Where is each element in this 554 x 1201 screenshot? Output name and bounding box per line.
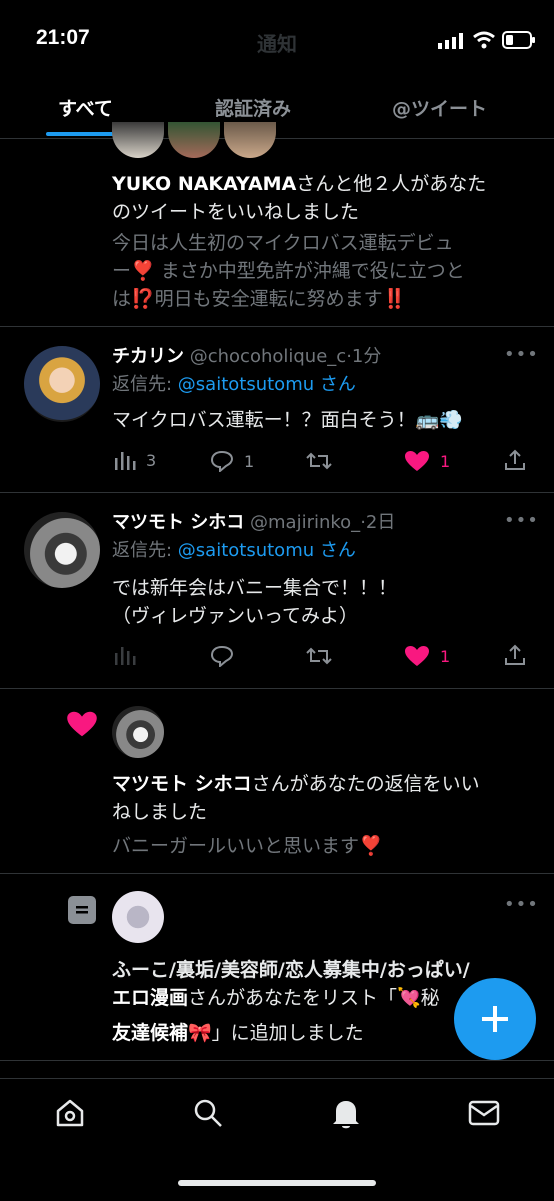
retweet-icon [306, 452, 332, 470]
mail-icon[interactable] [468, 1099, 500, 1131]
analytics-icon [115, 452, 136, 470]
tweet-time: ·1分 [346, 346, 382, 367]
more-options-icon[interactable]: ••• [504, 510, 539, 531]
retweet-button[interactable] [306, 645, 332, 667]
avatar[interactable] [24, 512, 100, 588]
notification-user-name[interactable]: ふーこ/裏垢/美容師/恋人募集中/おっぱい/ [112, 956, 470, 984]
avatar[interactable] [168, 122, 220, 158]
tweet-text: マイクロバス運転ー！？面白そう！🚌💨 [112, 409, 463, 431]
reply-icon [210, 450, 234, 472]
notification-text: さんと他２人があなた [296, 173, 487, 195]
like-count: 1 [440, 646, 451, 666]
list-name[interactable]: 友達候補🎀 [112, 1022, 212, 1044]
retweet-icon [306, 647, 332, 665]
heart-icon [405, 451, 429, 471]
notification-text: さんがあなたの返信をいい [251, 773, 480, 795]
page-title: 通知 [257, 32, 297, 56]
share-button[interactable] [504, 644, 526, 666]
bell-icon[interactable] [330, 1097, 362, 1135]
tweet-author-name[interactable]: マツモト シホコ [112, 512, 244, 533]
notification-text: 」に追加しました [211, 1022, 364, 1044]
tweet-text: では新年会はバニー集合で！！！ [112, 577, 398, 599]
tab-bar: すべて 認証済み @ツイート [0, 78, 554, 139]
divider [0, 492, 554, 493]
views-count: 3 [146, 450, 157, 470]
reply-to-suffix: さん [314, 540, 356, 561]
like-button[interactable]: 1 [404, 645, 450, 667]
reply-button[interactable]: 1 [210, 450, 254, 472]
share-icon [505, 449, 525, 470]
tab-all[interactable]: すべて [58, 94, 113, 121]
divider [0, 688, 554, 689]
reply-to-suffix: さん [314, 374, 356, 395]
quoted-tweet-text: ー❣️ まさか中型免許が沖縄で役に立つと [112, 260, 465, 282]
tweet-time: ·2日 [360, 512, 396, 533]
reply-icon [210, 645, 234, 667]
tweet-author-handle[interactable]: @chocoholique_c [190, 346, 346, 367]
notification-user-name-cont[interactable]: エロ漫画 [112, 987, 188, 1009]
reply-to-label: 返信先: [112, 374, 178, 395]
tweet-author-name[interactable]: チカリン [112, 346, 184, 367]
analytics-icon [115, 647, 136, 665]
tab-verified[interactable]: 認証済み [215, 94, 291, 121]
avatar[interactable] [24, 346, 100, 422]
avatar[interactable] [112, 706, 164, 758]
home-indicator [178, 1180, 376, 1186]
avatar[interactable] [112, 122, 164, 158]
more-options-icon[interactable]: ••• [504, 344, 539, 365]
home-icon[interactable] [54, 1097, 86, 1133]
divider [0, 873, 554, 874]
notification-text: のツイートをいいねしました [112, 201, 360, 223]
avatar[interactable] [224, 122, 276, 158]
list-icon [68, 896, 96, 924]
notification-user-name[interactable]: YUKO NAKAYAMA [112, 173, 296, 195]
search-icon[interactable] [192, 1097, 224, 1133]
quoted-tweet-text: バニーガールいいと思います❣️ [112, 835, 383, 857]
reply-to-link[interactable]: @saitotsutomu [178, 374, 314, 395]
reply-to-link[interactable]: @saitotsutomu [178, 540, 314, 561]
views-button[interactable]: 3 [114, 450, 156, 470]
notification-user-name[interactable]: マツモト シホコ [112, 773, 252, 795]
tweet-author-handle[interactable]: @majirinko_ [250, 512, 360, 533]
notification-text: さんがあなたをリスト「💘秘 [188, 987, 440, 1009]
avatar[interactable] [112, 891, 164, 943]
tab-mentions[interactable]: @ツイート [392, 94, 487, 121]
share-button[interactable] [504, 449, 526, 471]
like-count: 1 [440, 451, 451, 471]
tweet-text: （ヴィレヴァンいってみよ） [112, 605, 359, 627]
retweet-button[interactable] [306, 450, 332, 472]
quoted-tweet-text: は⁉️明日も安全運転に努めます‼️ [112, 288, 407, 310]
reply-button[interactable] [210, 645, 234, 667]
divider [0, 326, 554, 327]
compose-tweet-button[interactable] [454, 978, 536, 1060]
heart-icon [405, 646, 429, 666]
divider [0, 1060, 554, 1061]
quoted-tweet-text: 今日は人生初のマイクロバス運転デビュ [112, 232, 454, 254]
reply-to-label: 返信先: [112, 540, 178, 561]
heart-icon [66, 710, 98, 742]
views-button[interactable] [114, 645, 136, 665]
share-icon [505, 644, 525, 665]
more-options-icon[interactable]: ••• [504, 894, 539, 915]
like-button[interactable]: 1 [404, 450, 450, 472]
reply-count: 1 [244, 451, 255, 471]
notification-text: ねしました [112, 801, 208, 823]
plus-icon [482, 1006, 508, 1032]
